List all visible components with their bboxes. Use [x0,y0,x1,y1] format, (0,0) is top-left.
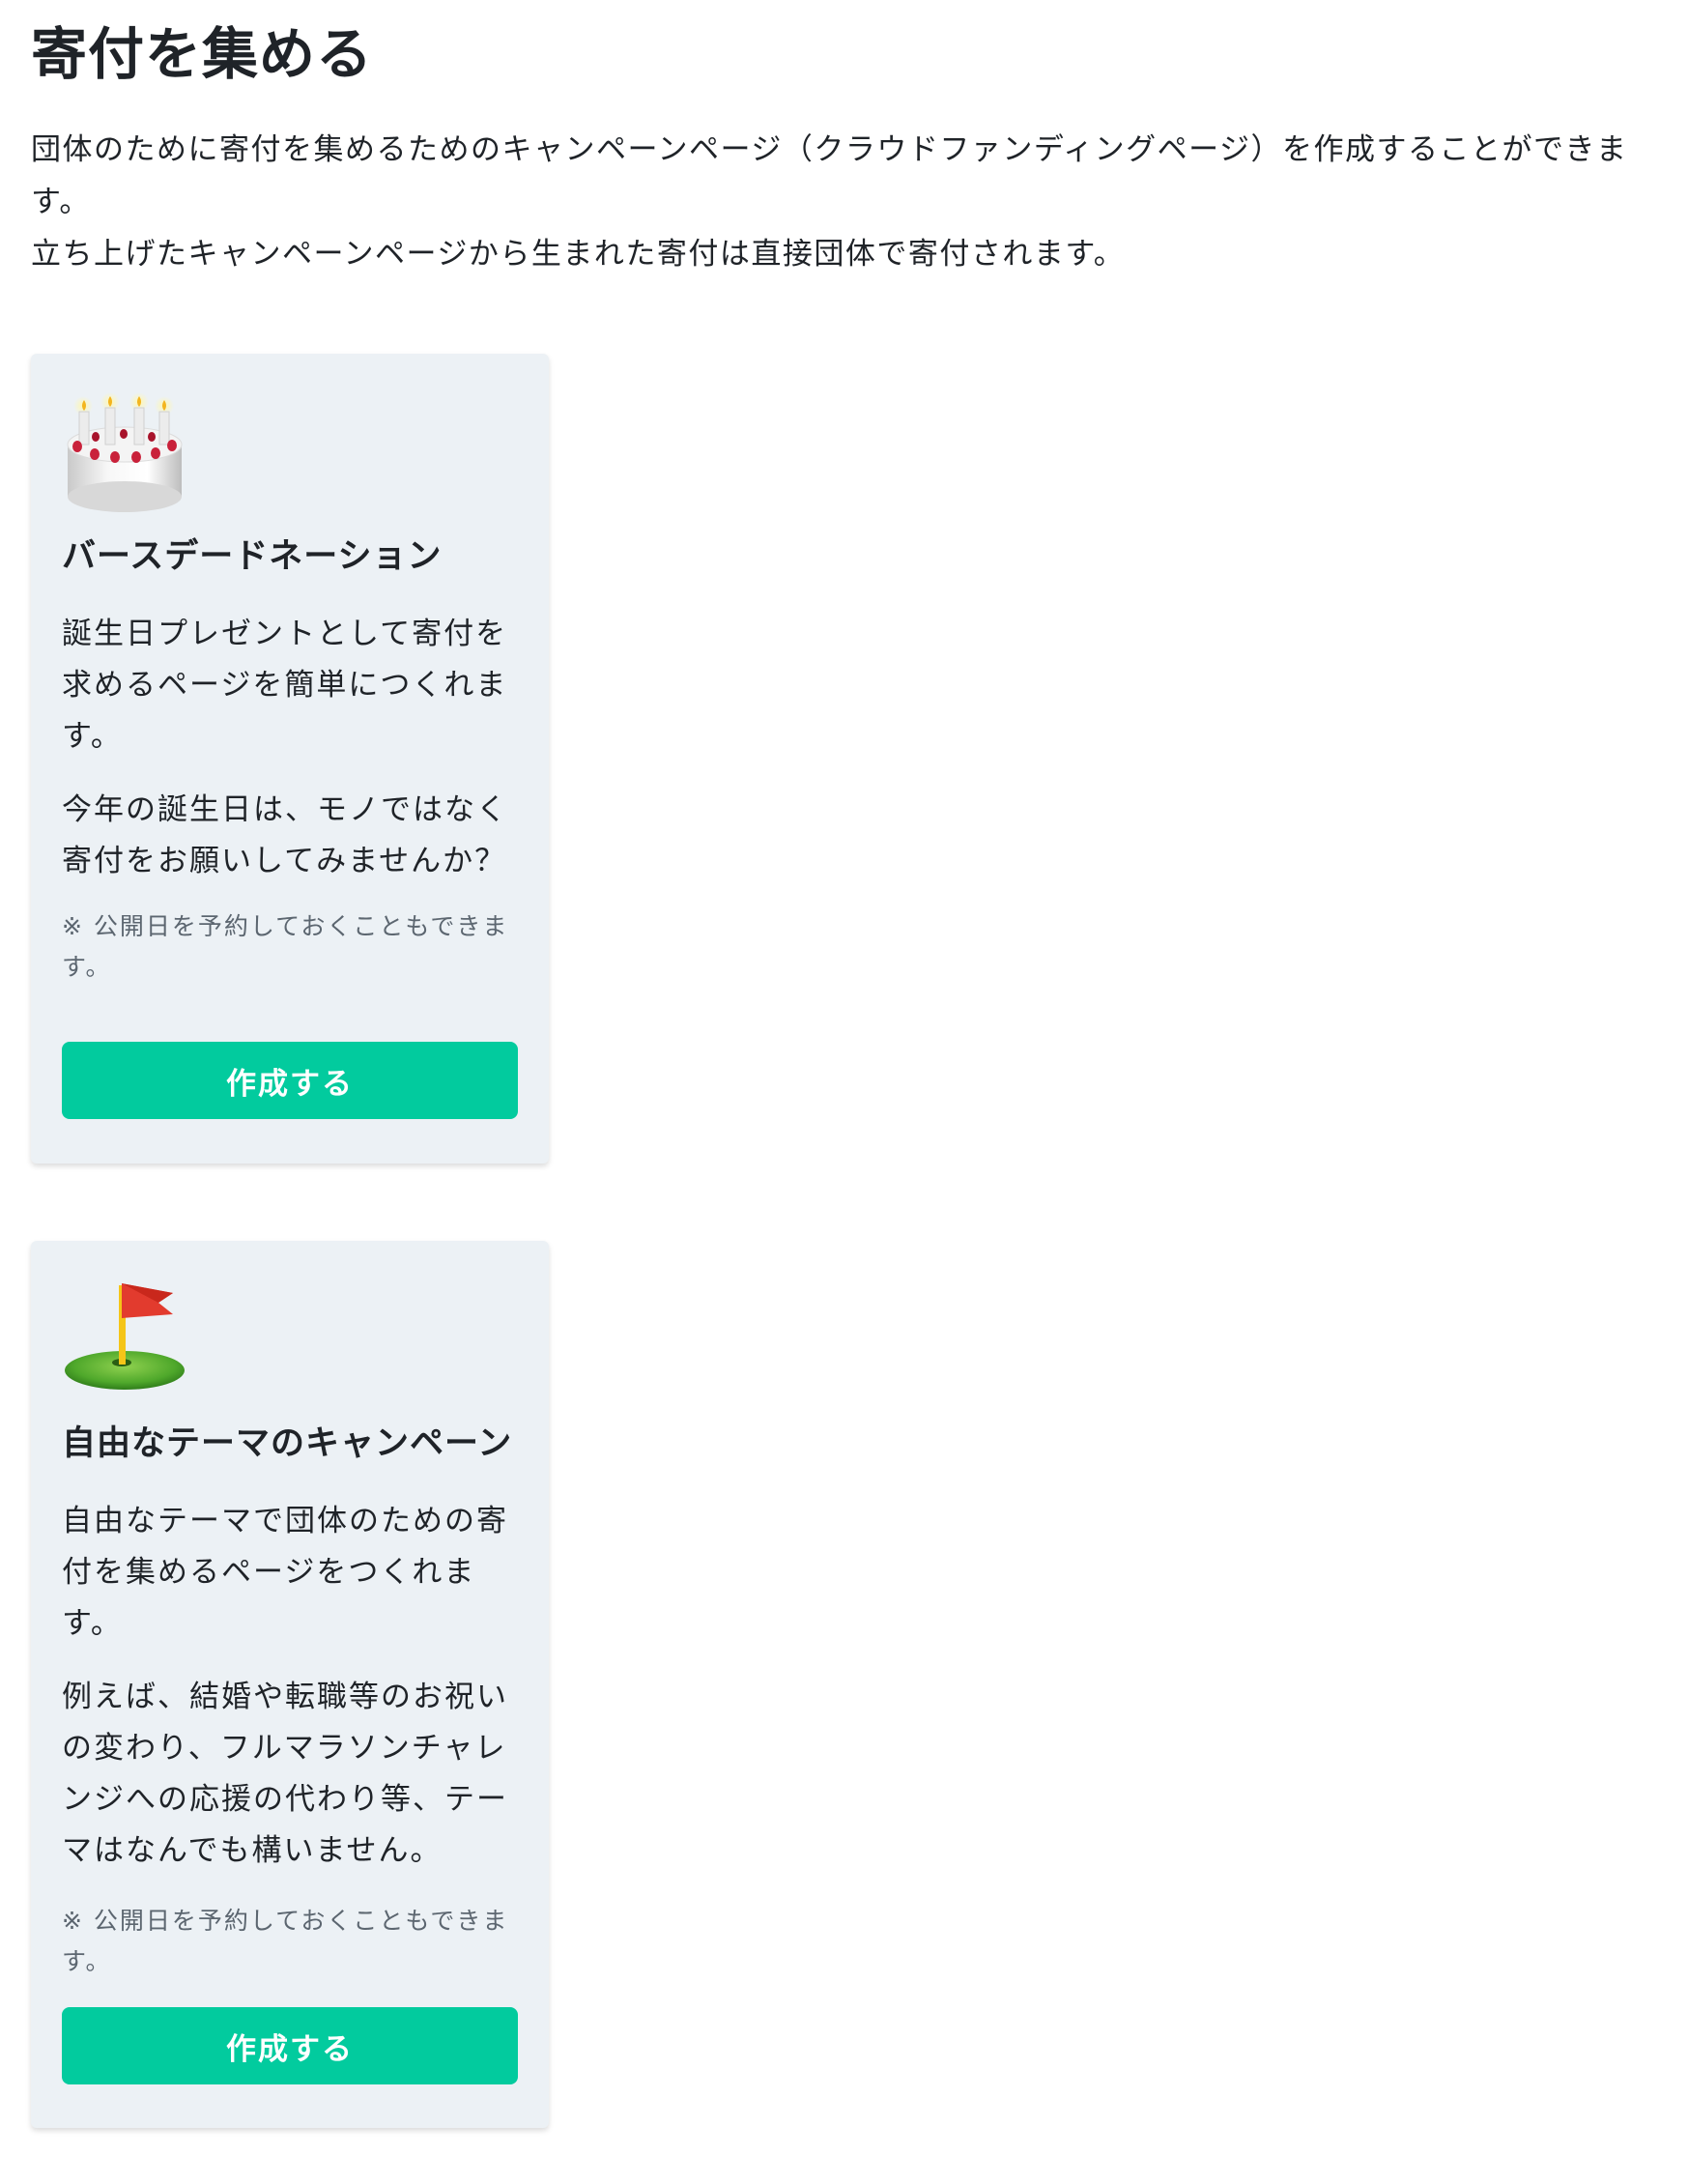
page-container: 寄付を集める 団体のために寄付を集めるためのキャンペーンページ（クラウドファンデ… [31,0,1664,2128]
page-description-line: 立ち上げたキャンペーンページから生まれた寄付は直接団体で寄付されます。 [31,237,1126,272]
card-title: 自由なテーマのキャンペーン [62,1424,513,1463]
page-description: 団体のために寄付を集めるためのキャンペーンページ（クラウドファンディングページ）… [31,124,1664,280]
card-title: バースデードネーション [62,537,443,576]
card-note: ※ 公開日を予約しておくこともできます。 [62,1907,509,1975]
card-description: 誕生日プレゼントとして寄付を求めるページを簡単につくれます。 [62,617,508,754]
birthday-cake-icon [67,392,183,512]
card-description: 今年の誕生日は、モノではなく寄付をお願いしてみませんか？ [62,792,508,878]
golf-flag-icon [65,1283,185,1390]
campaign-card-free-theme: 自由なテーマのキャンペーン 自由なテーマで団体のための寄付を集めるページをつくれ… [31,1241,549,2128]
create-button[interactable]: 作成する [62,2007,518,2084]
card-note: ※ 公開日を予約しておくこともできます。 [62,912,509,981]
card-description: 例えば、結婚や転職等のお祝いの変わり、フルマラソンチャレンジへの応援の代わり等、… [62,1680,508,1868]
page-description-line: 団体のために寄付を集めるためのキャンペーンページ（クラウドファンディングページ）… [31,132,1628,219]
campaign-card-birthday: バースデードネーション 誕生日プレゼントとして寄付を求めるページを簡単につくれま… [31,354,549,1164]
card-description: 自由なテーマで団体のための寄付を集めるページをつくれます。 [62,1504,508,1641]
page-title: 寄付を集める [31,21,374,87]
create-button[interactable]: 作成する [62,1042,518,1119]
